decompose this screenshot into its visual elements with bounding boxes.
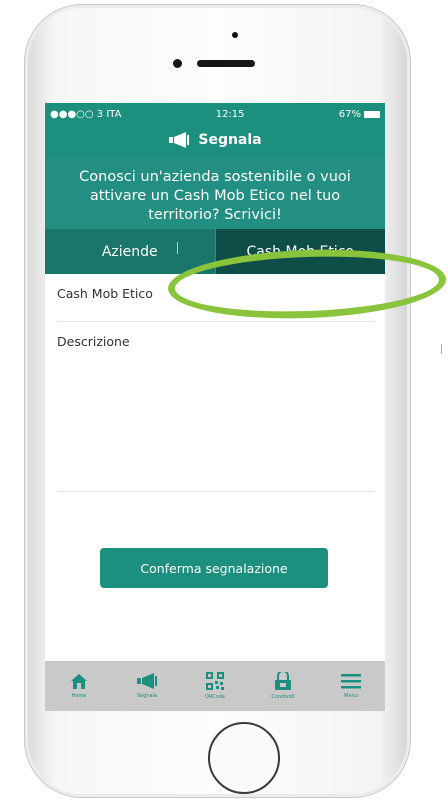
status-time: 12:15 [215, 108, 245, 120]
description-label: Descrizione [57, 334, 130, 349]
tabbar-label-segnala: Segnala [136, 693, 158, 699]
tabbar-item-segnala[interactable]: Segnala [113, 661, 181, 711]
battery-indicator: 67% [339, 109, 380, 120]
description-field[interactable]: Descrizione [57, 322, 375, 492]
page-title: Segnala [198, 132, 262, 148]
annotation-marker [441, 344, 442, 354]
tabbar-label-home: Home [71, 692, 87, 699]
megaphone-icon [137, 673, 157, 689]
carrier-text: ●●●○○ 3 ITA [50, 108, 122, 120]
tabbar-item-home[interactable]: Home [45, 661, 113, 711]
confirm-button[interactable]: Conferma segnalazione [100, 548, 328, 588]
qrcode-icon [206, 672, 224, 690]
proximity-sensor [173, 59, 182, 68]
home-icon [71, 673, 87, 689]
battery-icon [363, 110, 380, 118]
earpiece-speaker [197, 60, 255, 67]
app-screen: ●●●○○ 3 ITA 12:15 67% Segnala Conosci un… [45, 103, 385, 711]
annotation-marker-small [177, 242, 178, 254]
megaphone-icon [169, 132, 190, 148]
status-bar: ●●●○○ 3 ITA 12:15 67% [45, 103, 385, 125]
share-icon [275, 672, 291, 690]
cash-mob-name-label: Cash Mob Etico [57, 286, 153, 301]
nav-bar: Segnala [45, 125, 385, 155]
tabbar-item-condividi[interactable]: Condividi [249, 661, 317, 711]
menu-icon [341, 673, 361, 688]
tabbar-label-qrcode: QRCode [205, 694, 225, 700]
front-camera [232, 32, 238, 38]
bottom-tab-bar: Home Segnala QRCode Condividi Menu [45, 661, 385, 711]
tabbar-item-menu[interactable]: Menu [317, 661, 385, 711]
tabbar-label-condividi: Condividi [271, 694, 295, 700]
info-banner: Conosci un'azienda sostenibile o vuoi at… [45, 155, 385, 229]
banner-text: Conosci un'azienda sostenibile o vuoi at… [79, 169, 351, 223]
tabbar-label-menu: Menu [344, 692, 358, 699]
tabbar-item-qrcode[interactable]: QRCode [181, 661, 249, 711]
battery-percent: 67% [338, 108, 361, 120]
tab-aziende[interactable]: Aziende [45, 229, 215, 274]
home-button[interactable] [208, 722, 280, 794]
